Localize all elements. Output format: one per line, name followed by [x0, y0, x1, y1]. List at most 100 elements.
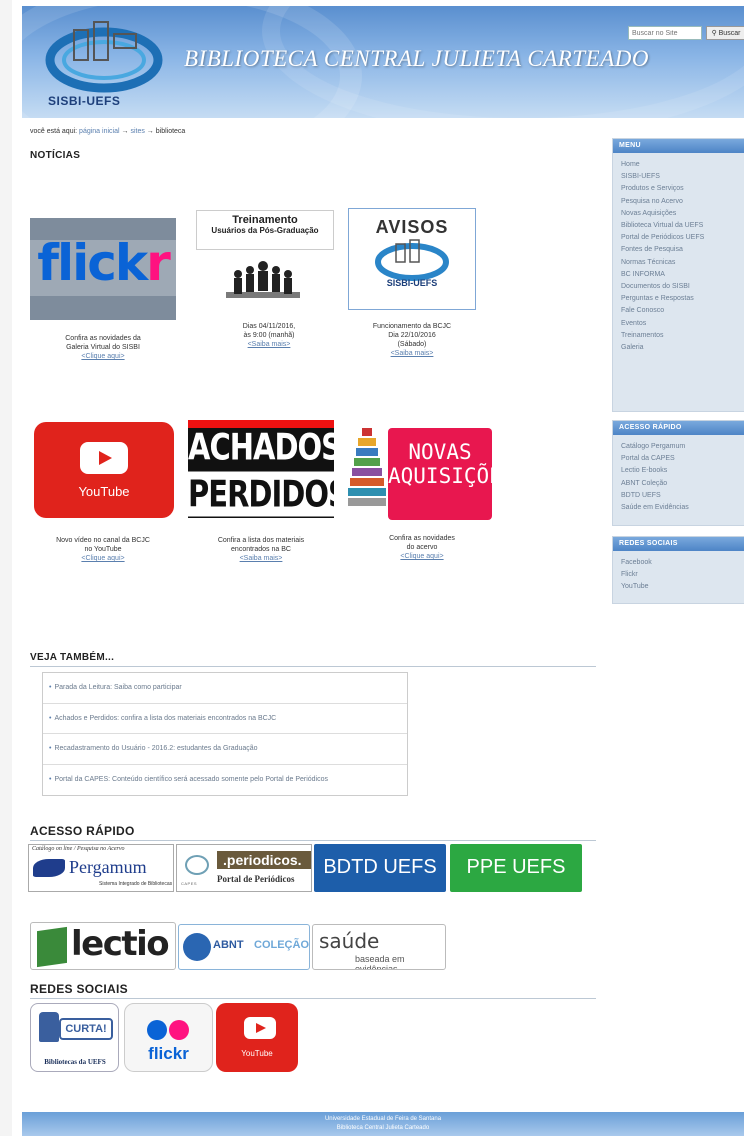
news-link[interactable]: <Saiba mais> — [188, 554, 334, 563]
sidebar-menu-item[interactable]: Pesquisa no Acervo — [621, 196, 741, 208]
bdtd-banner[interactable]: BDTD UEFS — [314, 844, 446, 892]
sidebar-redes-item[interactable]: Flickr — [621, 569, 741, 581]
avisos-image[interactable]: AVISOS SISBI-UEFS — [348, 208, 476, 310]
sidebar-redes-list: Facebook Flickr YouTube — [613, 551, 744, 600]
footer-line1: Universidade Estadual de Feira de Santan… — [324, 1116, 442, 1122]
news-caption: às 9:00 (manhã) — [243, 332, 295, 339]
treinamento-box: Treinamento Usuários da Pós-Graduação — [196, 210, 334, 250]
flickr-blue-dot-icon — [147, 1020, 167, 1040]
sidebar-menu-item[interactable]: Documentos do SISBI — [621, 281, 741, 293]
flickr-social-button[interactable]: flickr — [124, 1003, 213, 1072]
sidebar-menu-item[interactable]: Perguntas e Respostas — [621, 293, 741, 305]
achados-line2: PERDIDOS — [188, 471, 334, 517]
abnt-banner[interactable]: ABNT COLEÇÃO — [178, 924, 310, 970]
news-caption: encontrados na BC — [231, 546, 291, 553]
saude-text: saúde — [319, 929, 380, 953]
sidebar-menu-item[interactable]: Biblioteca Virtual da UEFS — [621, 220, 741, 232]
lectio-banner[interactable]: lectio — [30, 922, 176, 970]
sidebar-menu-item[interactable]: SISBI-UEFS — [621, 171, 741, 183]
veja-item[interactable]: • Parada da Leitura: Saiba como participa… — [43, 673, 407, 704]
pergamum-top-text: Catálogo on line / Pesquisa no Acervo — [32, 846, 125, 852]
sidebar-acesso-item[interactable]: Saúde em Evidências — [621, 502, 741, 514]
news-caption: Galeria Virtual do SISBI — [66, 344, 140, 351]
news-tile-treinamento: Dias 04/11/2016, às 9:00 (manhã) <Saiba … — [196, 322, 342, 349]
sidebar-menu-item[interactable]: Novas Aquisições — [621, 208, 741, 220]
periodicos-sub: Portal de Periódicos — [217, 874, 295, 884]
news-tile-achados: Confira a lista dos materiais encontrado… — [188, 536, 334, 563]
news-link[interactable]: <Saiba mais> — [196, 340, 342, 349]
news-link[interactable]: <Clique aqui> — [30, 352, 176, 361]
bullet-icon: • — [49, 684, 52, 691]
sidebar-acesso-title: ACESSO RÁPIDO — [613, 421, 744, 435]
footer-line2: Biblioteca Central Julieta Carteado — [336, 1125, 430, 1131]
header-banner: SISBI-UEFS BIBLIOTECA CENTRAL JULIETA CA… — [22, 6, 744, 118]
sidebar-menu-item[interactable]: Portal de Periódicos UEFS — [621, 232, 741, 244]
curtir-facebook-button[interactable]: CURTA! Bibliotecas da UEFS — [30, 1003, 119, 1072]
news-link[interactable]: <Clique aqui> — [30, 554, 176, 563]
news-link[interactable]: <Saiba mais> — [344, 349, 480, 358]
treinamento-image[interactable]: Treinamento Usuários da Pós-Graduação — [194, 210, 346, 314]
sidebar-menu-item[interactable]: Normas Técnicas — [621, 257, 741, 269]
sidebar-acesso-item[interactable]: Portal da CAPES — [621, 453, 741, 465]
sidebar-menu-item[interactable]: Home — [621, 159, 741, 171]
flickr-word-blue: flick — [37, 234, 148, 292]
sidebar-redes: REDES SOCIAIS Facebook Flickr YouTube — [612, 536, 744, 604]
news-caption: Confira as novidades da — [65, 335, 141, 342]
search-button[interactable]: ⚲ Buscar — [706, 26, 744, 40]
news-caption: Confira as novidades — [389, 535, 455, 542]
flickr-word: flickr — [30, 234, 176, 292]
curtir-sub: Bibliotecas da UEFS — [44, 1058, 106, 1066]
page: SISBI-UEFS BIBLIOTECA CENTRAL JULIETA CA… — [12, 0, 744, 1136]
globe-icon — [183, 933, 211, 961]
footer: Universidade Estadual de Feira de Santan… — [22, 1112, 744, 1136]
bullet-icon: • — [49, 775, 52, 783]
news-tile-youtube: Novo vídeo no canal da BCJC no YouTube <… — [30, 536, 176, 563]
sidebar-menu-item[interactable]: Fontes de Pesquisa — [621, 244, 741, 256]
curtir-text: CURTA! — [59, 1018, 113, 1040]
pergamum-banner[interactable]: Catálogo on line / Pesquisa no Acervo Pe… — [28, 844, 174, 892]
flickr-gallery-image[interactable]: flickr — [30, 218, 176, 320]
sidebar-acesso-item[interactable]: Lectio E-books — [621, 465, 741, 477]
saude-banner[interactable]: saúde baseada em evidências — [312, 924, 446, 970]
sidebar-menu-item[interactable]: Galeria — [621, 342, 741, 354]
achados-perdidos-image[interactable]: ACHADOS E PERDIDOS — [188, 420, 334, 518]
section-divider — [30, 666, 596, 667]
site-title: BIBLIOTECA CENTRAL JULIETA CARTEADO — [184, 46, 649, 71]
section-divider — [30, 998, 596, 999]
sidebar-menu-item[interactable]: BC INFORMA — [621, 269, 741, 281]
news-caption: do acervo — [406, 544, 438, 551]
periodicos-title: .periodicos. — [217, 851, 311, 869]
youtube-play-icon — [244, 1017, 276, 1039]
veja-item[interactable]: • Portal da CAPES: Conteúdo científico se… — [43, 765, 407, 796]
news-caption: Dia 22/10/2016 — [388, 332, 436, 339]
sidebar-menu-item[interactable]: Eventos — [621, 318, 741, 330]
youtube-social-button[interactable]: YouTube — [216, 1003, 298, 1072]
news-caption: Dias 04/11/2016, — [242, 323, 296, 330]
sidebar-menu-title: MENU — [613, 139, 744, 153]
news-link[interactable]: <Clique aqui> — [352, 552, 492, 561]
sidebar-acesso-item[interactable]: Catálogo Pergamum — [621, 441, 741, 453]
sidebar-acesso-item[interactable]: BDTD UEFS — [621, 490, 741, 502]
veja-item[interactable]: • Recadastramento do Usuário - 2016.2: es… — [43, 734, 407, 765]
novas-aquisicoes-image[interactable]: NOVAS AQUISIÇÕES — [388, 428, 514, 520]
lectio-text: lectio — [71, 924, 170, 964]
sisbi-logo-small-icon: SISBI-UEFS — [375, 239, 449, 288]
breadcrumb-sites-link[interactable]: sites — [130, 128, 144, 135]
periodicos-banner[interactable]: .periodicos. Portal de Periódicos CAPES — [176, 844, 312, 892]
sidebar-acesso-item[interactable]: ABNT Coleção — [621, 478, 741, 490]
sidebar-menu-list: Home SISBI-UEFS Produtos e Serviços Pesquis… — [613, 153, 744, 360]
flickr-word-pink: r — [146, 234, 171, 292]
sidebar-menu-item[interactable]: Fale Conosco — [621, 305, 741, 317]
search-input[interactable] — [628, 26, 702, 40]
veja-item[interactable]: • Achados e Perdidos: confira a lista dos… — [43, 704, 407, 734]
ppe-banner[interactable]: PPE UEFS — [450, 844, 582, 892]
sidebar-redes-item[interactable]: YouTube — [621, 581, 741, 593]
youtube-image[interactable]: YouTube — [34, 422, 174, 518]
breadcrumb-home-link[interactable]: página inicial — [79, 128, 119, 135]
sidebar-acesso-list: Catálogo Pergamum Portal da CAPES Lectio E… — [613, 435, 744, 520]
sidebar-menu-item[interactable]: Produtos e Serviços — [621, 183, 741, 195]
sidebar-redes-item[interactable]: Facebook — [621, 557, 741, 569]
sidebar-menu-item[interactable]: Treinamentos — [621, 330, 741, 342]
flickr-pink-dot-icon — [169, 1020, 189, 1040]
sidebar-menu: MENU Home SISBI-UEFS Produtos e Serviços Pe… — [612, 138, 744, 412]
